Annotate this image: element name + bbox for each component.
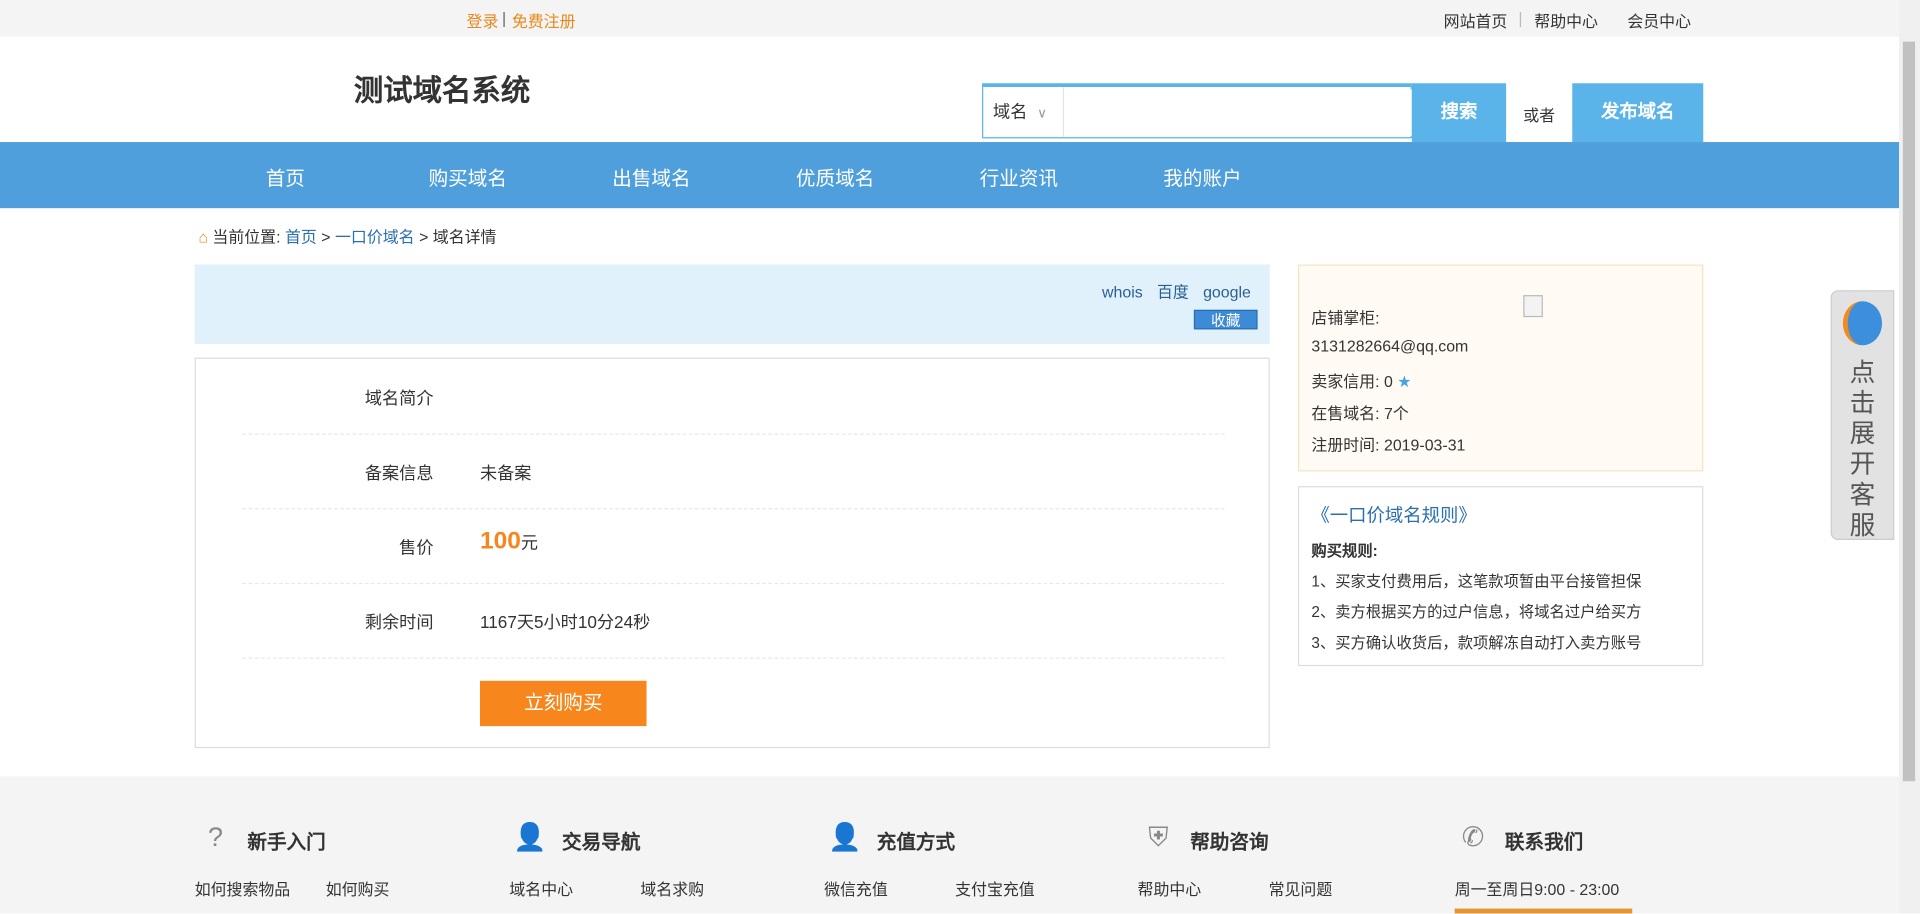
nav-home[interactable]: 首页	[266, 162, 305, 191]
help-center-link[interactable]: 帮助中心	[1534, 9, 1598, 32]
footer-link[interactable]: 支付宝充值	[955, 877, 1035, 900]
broken-image-icon	[1523, 295, 1543, 317]
nav-my-account[interactable]: 我的账户	[1163, 162, 1241, 191]
baidu-link[interactable]: 百度	[1157, 283, 1189, 301]
footer-link[interactable]: 如何购买	[326, 877, 390, 900]
nav-buy-domain[interactable]: 购买域名	[429, 162, 507, 191]
rule-item: 2、卖方根据买方的过户信息，将域名过户给买方	[1311, 599, 1641, 622]
domain-header-panel: whois 百度 google 收藏	[195, 264, 1270, 344]
phone-icon: ✆	[1456, 820, 1490, 854]
google-link[interactable]: google	[1203, 283, 1251, 301]
site-home-link[interactable]: 网站首页	[1444, 9, 1508, 32]
footer-title: 交易导航	[562, 825, 640, 854]
header: 测试域名系统 域名 ∨ 搜索 或者 发布域名	[0, 37, 1899, 142]
rules-heading: 购买规则:	[1311, 538, 1377, 561]
separator: >	[321, 228, 330, 246]
onsale-value: 7个	[1384, 404, 1409, 422]
credit-value: 0	[1384, 372, 1393, 390]
breadcrumb-home[interactable]: 首页	[285, 228, 317, 246]
or-label: 或者	[1523, 103, 1555, 126]
scrollbar-thumb[interactable]	[1903, 42, 1915, 782]
question-icon: ?	[198, 820, 232, 854]
rules-panel: 《一口价域名规则》 购买规则: 1、买家支付费用后，这笔款项暂由平台接管担保 2…	[1298, 486, 1703, 666]
breadcrumb: ⌂ 当前位置: 首页 > 一口价域名 > 域名详情	[198, 224, 496, 247]
user-yen-icon: 👤	[513, 820, 547, 854]
footer-orange-bar	[1455, 909, 1633, 914]
separator: |	[502, 9, 506, 27]
customer-service-label: 点击展开客服	[1848, 358, 1877, 542]
price-unit: 元	[521, 533, 538, 553]
whois-link[interactable]: whois	[1102, 283, 1143, 301]
footer-title: 帮助咨询	[1190, 825, 1268, 854]
nav-sell-domain[interactable]: 出售域名	[612, 162, 690, 191]
home-icon: ⌂	[198, 228, 208, 246]
credit-label: 卖家信用:	[1311, 372, 1379, 390]
icp-row: 备案信息 未备案	[242, 433, 1224, 509]
top-bar: 登录 | 免费注册 网站首页 | 帮助中心 会员中心	[0, 0, 1899, 37]
intro-label: 域名简介	[365, 386, 434, 410]
scrollbar[interactable]	[1899, 0, 1920, 913]
separator: >	[419, 228, 428, 246]
footer-link[interactable]: 帮助中心	[1138, 877, 1202, 900]
price-value: 100	[480, 528, 521, 555]
login-link[interactable]: 登录	[467, 9, 499, 32]
onsale-label: 在售域名:	[1311, 404, 1379, 422]
search-type-select[interactable]: 域名 ∨	[983, 87, 1064, 137]
footer-link[interactable]: 常见问题	[1269, 877, 1333, 900]
qq-icon	[1843, 301, 1882, 345]
publish-domain-button[interactable]: 发布域名	[1572, 83, 1703, 142]
rule-item: 3、买方确认收货后，款项解冻自动打入卖方账号	[1311, 629, 1641, 652]
user-edit-icon: 👤	[828, 820, 862, 854]
site-title[interactable]: 测试域名系统	[354, 66, 530, 109]
price-label: 售价	[399, 535, 433, 559]
footer-link[interactable]: 域名求购	[640, 877, 704, 900]
footer-link[interactable]: 域名中心	[509, 877, 573, 900]
seller-info-panel: 店铺掌柜: 3131282664@qq.com 卖家信用: 0 ★ 在售域名: …	[1298, 264, 1703, 471]
reg-date-value: 2019-03-31	[1384, 436, 1465, 454]
chevron-down-icon: ∨	[1037, 107, 1047, 122]
footer-hours: 周一至周日9:00 - 23:00	[1455, 877, 1620, 900]
intro-row: 域名简介	[242, 359, 1224, 435]
search-button[interactable]: 搜索	[1412, 83, 1506, 142]
rule-item: 1、买家支付费用后，这笔款项暂由平台接管担保	[1311, 568, 1641, 591]
rules-title-link[interactable]: 《一口价域名规则》	[1311, 502, 1476, 528]
remaining-time-row: 剩余时间 1167天5小时10分24秒	[242, 583, 1224, 659]
breadcrumb-prefix: 当前位置:	[212, 228, 280, 246]
customer-service-tab[interactable]: 点击展开客服	[1831, 290, 1895, 540]
main-nav: 首页 购买域名 出售域名 优质域名 行业资讯 我的账户	[0, 142, 1899, 208]
separator: |	[1518, 9, 1522, 27]
footer-title: 新手入门	[247, 825, 325, 854]
shield-icon: ⛨	[1141, 820, 1175, 854]
owner-label: 店铺掌柜:	[1311, 309, 1379, 327]
nav-news[interactable]: 行业资讯	[980, 162, 1058, 191]
search-type-label: 域名	[993, 102, 1027, 122]
footer-title: 联系我们	[1505, 825, 1583, 854]
register-link[interactable]: 免费注册	[512, 9, 576, 32]
footer-link[interactable]: 如何搜索物品	[195, 877, 291, 900]
buy-now-button[interactable]: 立刻购买	[480, 681, 647, 726]
footer-title: 充值方式	[877, 825, 955, 854]
favorite-button[interactable]: 收藏	[1194, 310, 1258, 330]
seller-email: 3131282664@qq.com	[1311, 337, 1468, 355]
reg-date-label: 注册时间:	[1311, 436, 1379, 454]
footer-link[interactable]: 微信充值	[824, 877, 888, 900]
star-icon: ★	[1397, 372, 1411, 390]
price-row: 售价 100元	[242, 508, 1224, 584]
nav-premium-domain[interactable]: 优质域名	[796, 162, 874, 191]
icp-label: 备案信息	[365, 460, 434, 484]
remaining-time-value: 1167天5小时10分24秒	[480, 610, 650, 634]
breadcrumb-current: 域名详情	[433, 228, 497, 246]
breadcrumb-category[interactable]: 一口价域名	[335, 228, 415, 246]
search-box: 域名 ∨	[982, 83, 1412, 138]
member-center-link[interactable]: 会员中心	[1627, 9, 1691, 32]
domain-detail-panel: 域名简介 备案信息 未备案 售价 100元 剩余时间 1167天5小时10分24…	[195, 358, 1270, 749]
search-input[interactable]	[1067, 89, 1412, 136]
footer: ? 新手入门 如何搜索物品 如何购买 👤 交易导航 域名中心 域名求购 👤 充值…	[0, 776, 1899, 913]
remaining-time-label: 剩余时间	[365, 610, 434, 634]
icp-value: 未备案	[480, 460, 531, 484]
